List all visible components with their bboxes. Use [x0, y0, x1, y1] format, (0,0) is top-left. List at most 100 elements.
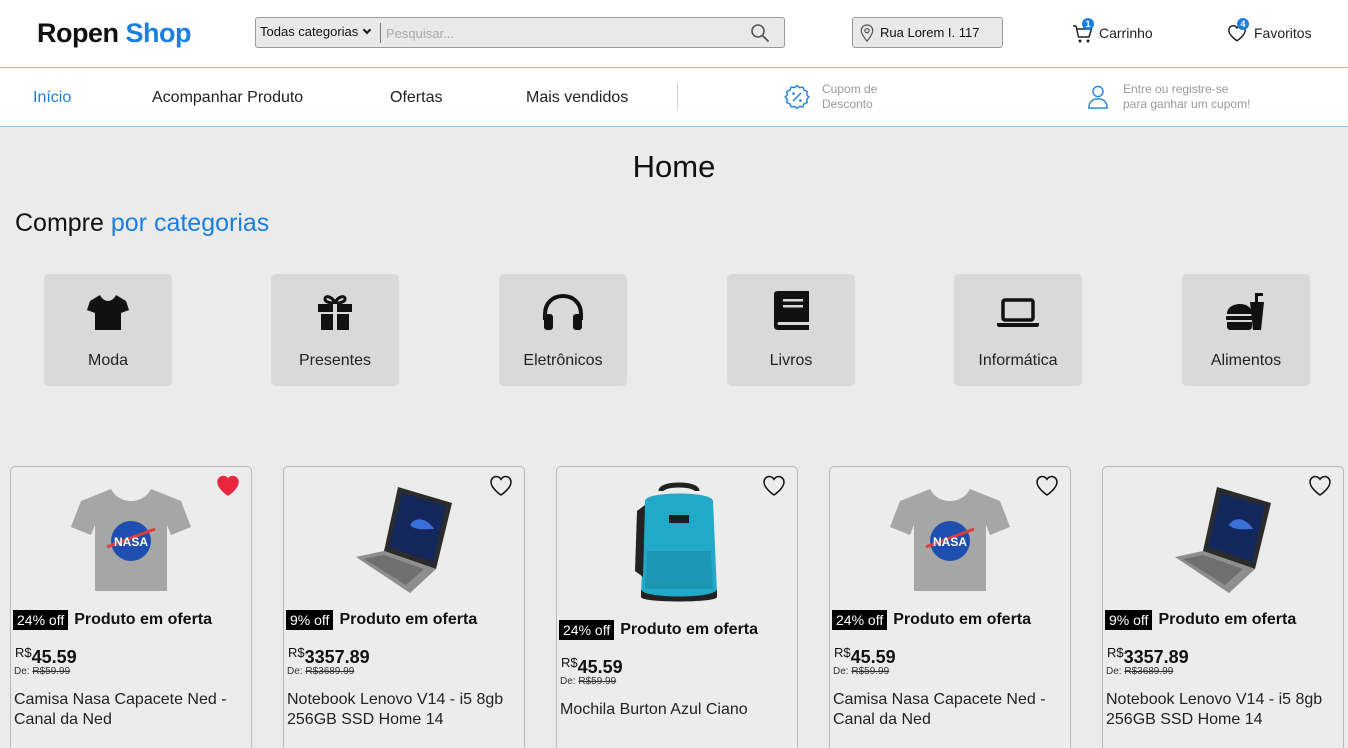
offer-row: 9% off Produto em oferta	[1105, 610, 1296, 630]
offer-row: 24% off Produto em oferta	[832, 610, 1031, 630]
address-selector[interactable]: Rua Lorem I. 117	[852, 17, 1003, 48]
heart-icon[interactable]	[1035, 475, 1059, 497]
old-price: De: R$59.99	[560, 676, 616, 687]
category-moda[interactable]: Moda	[44, 274, 172, 386]
discount-badge: 24% off	[559, 620, 615, 640]
offer-label: Produto em oferta	[620, 621, 759, 638]
svg-text:NASA: NASA	[933, 535, 967, 549]
address-text: Rua Lorem I. 117	[880, 25, 980, 40]
heart-icon[interactable]	[216, 475, 240, 497]
offer-label: Produto em oferta	[339, 611, 478, 628]
favorites-count-badge: 4	[1237, 18, 1249, 30]
categories-heading: Compre por categorias	[15, 209, 269, 238]
product-image-laptop[interactable]	[1173, 485, 1273, 595]
offer-label: Produto em oferta	[1158, 611, 1297, 628]
product-name[interactable]: Camisa Nasa Capacete Ned - Canal da Ned	[833, 690, 1069, 730]
heart-icon[interactable]	[1308, 475, 1332, 497]
product-name[interactable]: Notebook Lenovo V14 - i5 8gb 256GB SSD H…	[287, 690, 523, 730]
old-price: De: R$59.99	[14, 666, 70, 677]
discount-badge: 9% off	[1105, 610, 1153, 630]
currency-symbol: R$	[561, 655, 578, 670]
login-register-link[interactable]: Entre ou registre-se para ganhar um cupo…	[1123, 82, 1250, 112]
category-informatica[interactable]: Informática	[954, 274, 1082, 386]
product-name[interactable]: Camisa Nasa Capacete Ned - Canal da Ned	[14, 690, 250, 730]
category-label: Informática	[978, 352, 1058, 369]
offer-label: Produto em oferta	[893, 611, 1032, 628]
old-price: De: R$59.99	[833, 666, 889, 677]
category-label: Moda	[87, 352, 129, 369]
nav-item-ofertas[interactable]: Ofertas	[390, 89, 442, 107]
old-price-value: R$59.99	[851, 666, 890, 677]
price-value: 3357.89	[304, 647, 370, 667]
coupon-line-2: Desconto	[822, 97, 873, 111]
product-card[interactable]: 24% off Produto em oferta R$45.59 De: R$…	[556, 466, 798, 748]
cart-label: Carrinho	[1099, 25, 1153, 41]
price-value: 45.59	[577, 657, 623, 677]
price-value: 45.59	[31, 647, 77, 667]
search-bar: Todas categorias	[255, 17, 785, 48]
heart-icon[interactable]	[762, 475, 786, 497]
favorites-label: Favoritos	[1254, 25, 1312, 41]
old-price: De: R$3689.99	[287, 666, 354, 677]
offer-row: 24% off Produto em oferta	[13, 610, 212, 630]
main-nav: Início Acompanhar Produto Ofertas Mais v…	[0, 67, 1348, 127]
product-card[interactable]: NASA 24% off Produto em oferta R$45.59 D…	[829, 466, 1071, 748]
nav-item-acompanhar-produto[interactable]: Acompanhar Produto	[152, 89, 303, 107]
old-price-value: R$59.99	[32, 666, 71, 677]
nav-item-mais-vendidos[interactable]: Mais vendidos	[526, 89, 628, 107]
category-label: Livros	[769, 352, 813, 369]
product-image-laptop[interactable]	[354, 485, 454, 595]
product-card[interactable]: 9% off Produto em oferta R$3357.89 De: R…	[283, 466, 525, 748]
product-card[interactable]: 9% off Produto em oferta R$3357.89 De: R…	[1102, 466, 1344, 748]
old-price-prefix: De:	[833, 666, 849, 677]
old-price-prefix: De:	[287, 666, 303, 677]
nav-item-inicio[interactable]: Início	[33, 89, 71, 107]
heart-icon[interactable]	[489, 475, 513, 497]
page-title: Home	[632, 149, 716, 184]
price-value: 45.59	[850, 647, 896, 667]
product-image-tshirt[interactable]: NASA	[69, 487, 193, 593]
logo-text-ropen: Ropen	[37, 18, 119, 48]
coupon-icon[interactable]	[784, 84, 810, 110]
currency-symbol: R$	[1107, 645, 1124, 660]
burger-drink-icon	[1226, 293, 1264, 330]
coupon-line-1: Cupom de	[822, 82, 878, 96]
old-price: De: R$3689.99	[1106, 666, 1173, 677]
search-divider	[380, 23, 381, 43]
category-select[interactable]: Todas categorias	[260, 24, 372, 39]
nav-divider	[677, 83, 678, 110]
old-price-value: R$3689.99	[305, 666, 355, 677]
logo-text-shop: Shop	[125, 18, 192, 48]
login-line-2: para ganhar um cupom!	[1123, 97, 1251, 111]
svg-text:NASA: NASA	[114, 535, 148, 549]
category-alimentos[interactable]: Alimentos	[1182, 274, 1310, 386]
user-icon[interactable]	[1087, 83, 1109, 111]
currency-symbol: R$	[15, 645, 32, 660]
search-input[interactable]	[386, 22, 736, 44]
old-price-value: R$3689.99	[1124, 666, 1174, 677]
chevron-down-icon	[363, 25, 372, 35]
top-header: Ropen Shop Todas categorias Rua Lorem I.…	[0, 0, 1348, 67]
categories-heading-plain: Compre	[15, 209, 104, 237]
category-presentes[interactable]: Presentes	[271, 274, 399, 386]
category-label: Presentes	[298, 352, 372, 369]
cart-count-badge: 1	[1082, 18, 1094, 30]
coupon-link[interactable]: Cupom de Desconto	[822, 82, 877, 112]
product-name[interactable]: Mochila Burton Azul Ciano	[560, 700, 796, 720]
discount-badge: 24% off	[832, 610, 888, 630]
logo[interactable]: Ropen Shop	[37, 18, 192, 49]
search-icon[interactable]	[750, 23, 770, 43]
product-image-backpack[interactable]	[631, 481, 727, 603]
discount-badge: 9% off	[286, 610, 334, 630]
category-eletronicos[interactable]: Eletrônicos	[499, 274, 627, 386]
category-livros[interactable]: Livros	[727, 274, 855, 386]
product-card[interactable]: NASA 24% off Produto em oferta R$45.59 D…	[10, 466, 252, 748]
product-name[interactable]: Notebook Lenovo V14 - i5 8gb 256GB SSD H…	[1106, 690, 1342, 730]
old-price-prefix: De:	[560, 676, 576, 687]
old-price-value: R$59.99	[578, 676, 617, 687]
offer-row: 24% off Produto em oferta	[559, 620, 758, 640]
discount-badge: 24% off	[13, 610, 69, 630]
product-image-tshirt[interactable]: NASA	[888, 487, 1012, 593]
currency-symbol: R$	[288, 645, 305, 660]
category-label: Eletrônicos	[523, 352, 603, 369]
